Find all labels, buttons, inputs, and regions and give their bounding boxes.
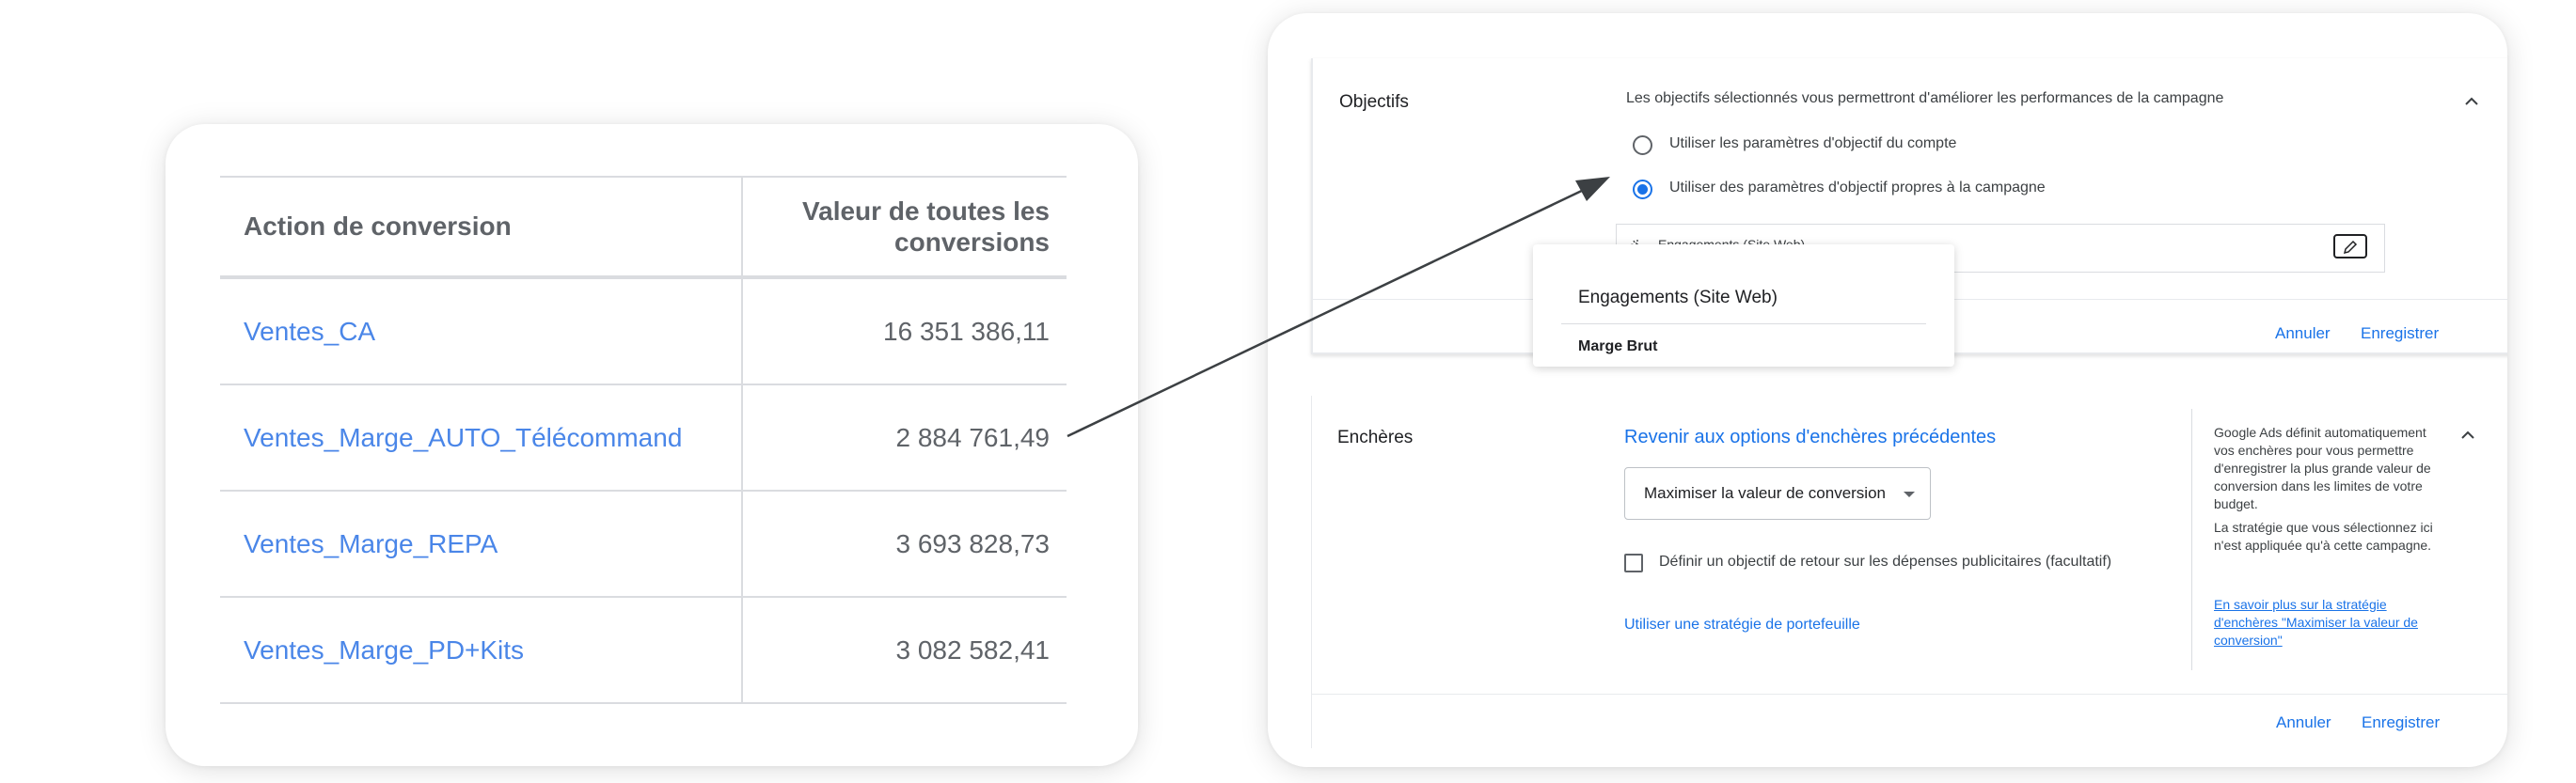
- annotation-arrow: [1067, 177, 1610, 438]
- arrow-head-icon: [1575, 177, 1610, 201]
